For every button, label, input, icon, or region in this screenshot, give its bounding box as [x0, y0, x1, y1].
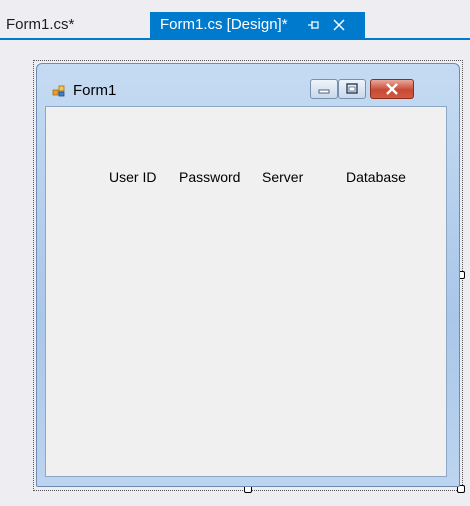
- close-button[interactable]: [370, 79, 414, 99]
- form-client-area[interactable]: User ID Password Server Database: [45, 106, 447, 477]
- maximize-icon: [346, 83, 358, 94]
- tab-form1-cs[interactable]: Form1.cs*: [6, 14, 74, 36]
- minimize-button[interactable]: [310, 79, 338, 99]
- document-tab-strip: Form1.cs* Form1.cs [Design]*: [0, 0, 470, 40]
- tab-form1-design[interactable]: Form1.cs [Design]*: [150, 12, 365, 38]
- close-window-icon: [386, 83, 398, 95]
- label-database[interactable]: Database: [346, 169, 406, 185]
- form-title: Form1: [73, 82, 117, 99]
- form-window[interactable]: Form1 User ID Password Server Database: [36, 63, 460, 487]
- label-user-id[interactable]: User ID: [109, 169, 156, 185]
- tab-label: Form1.cs [Design]*: [160, 16, 288, 33]
- close-icon[interactable]: [333, 19, 345, 31]
- label-server[interactable]: Server: [262, 169, 303, 185]
- minimize-icon: [318, 89, 330, 94]
- maximize-button[interactable]: [338, 79, 366, 99]
- label-password[interactable]: Password: [179, 169, 240, 185]
- designer-surface: Form1 User ID Password Server Database: [0, 40, 470, 506]
- form-icon: [52, 85, 65, 97]
- pin-icon[interactable]: [308, 21, 320, 29]
